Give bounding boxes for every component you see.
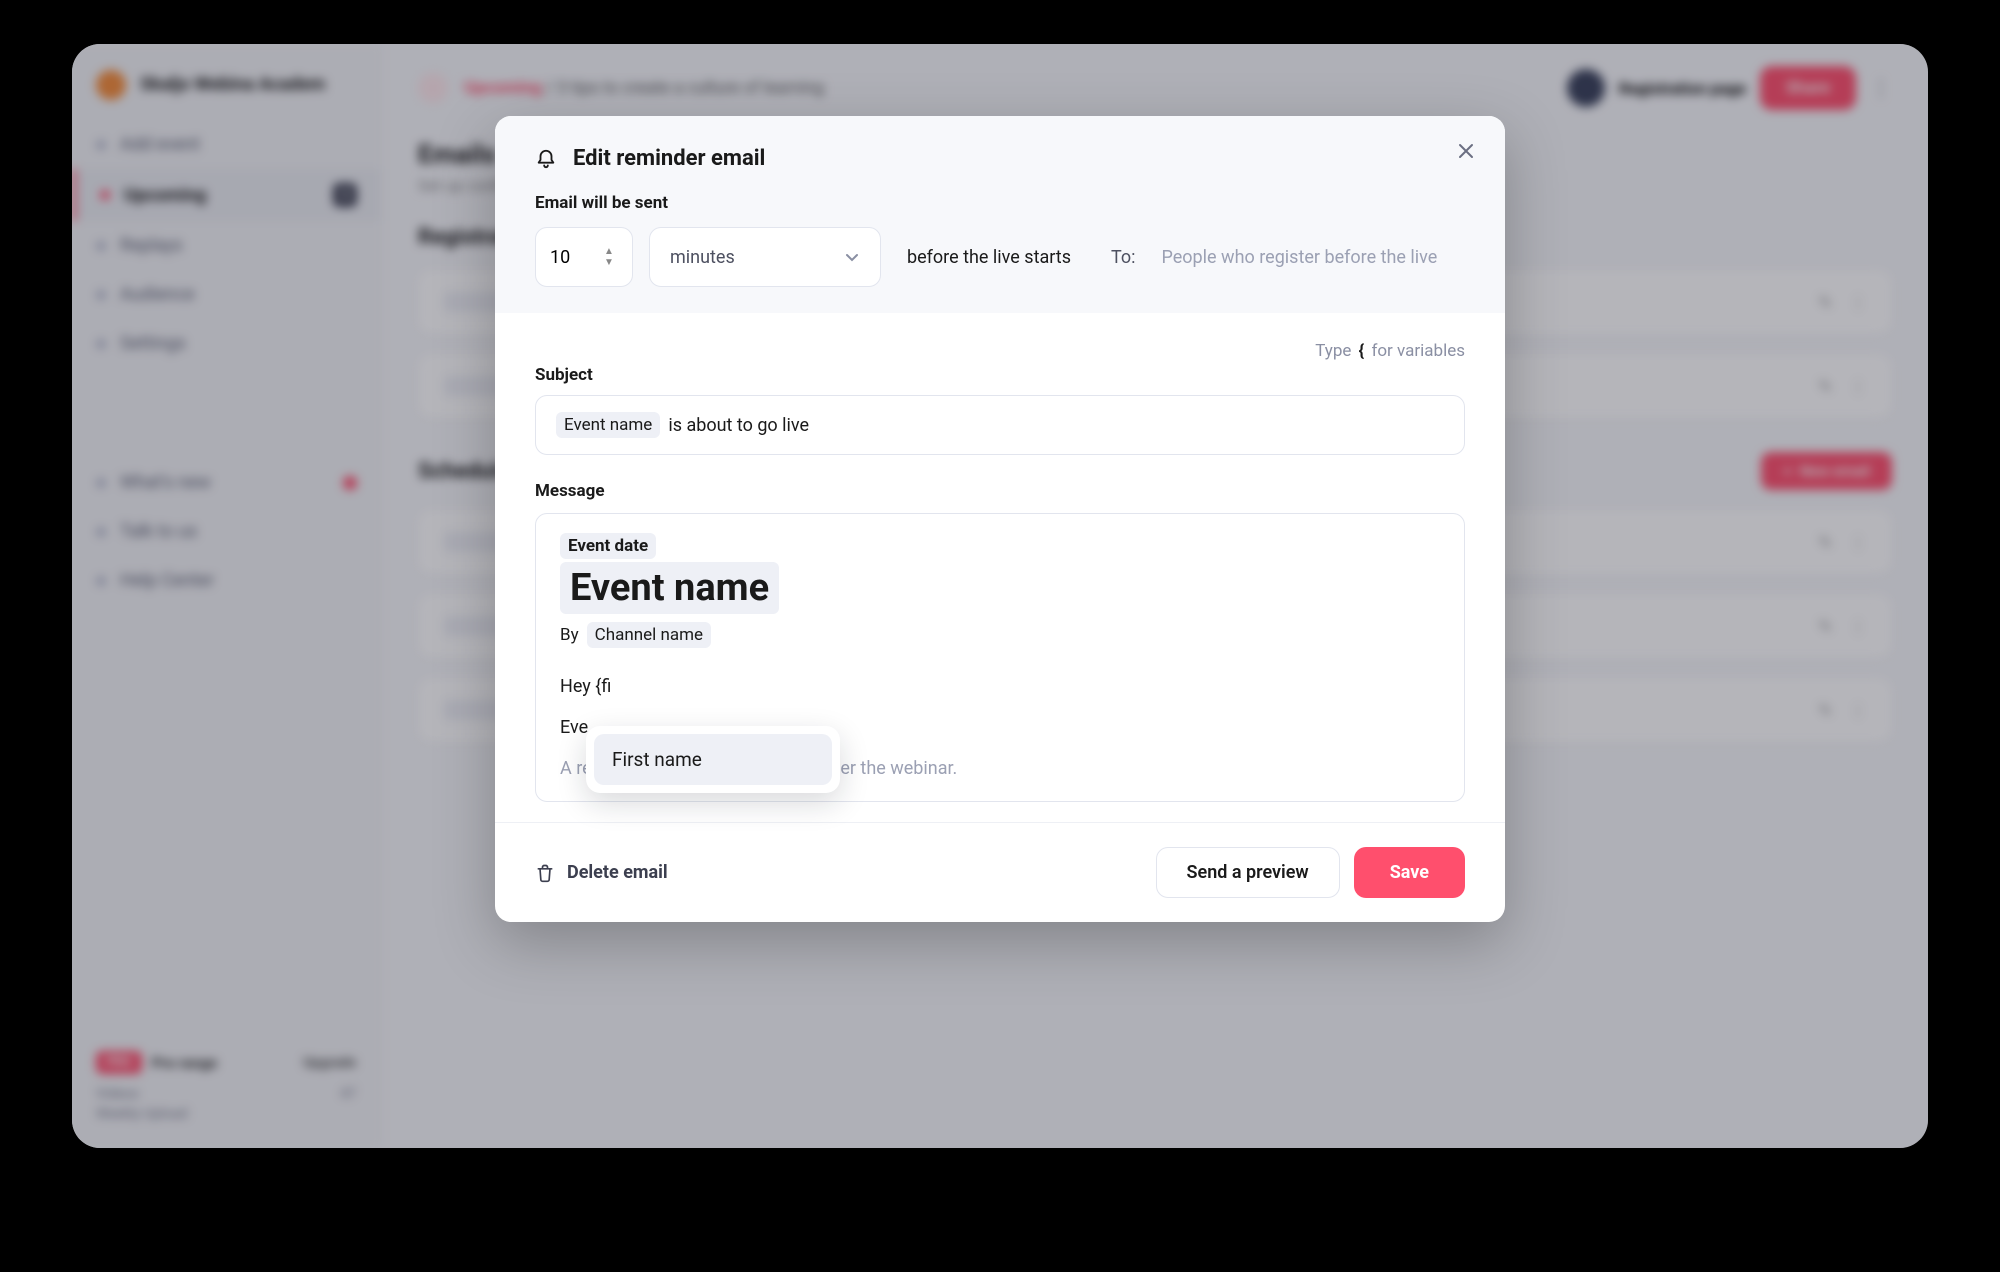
- variable-hint: Type { for variables: [535, 341, 1465, 361]
- variable-token-event-name[interactable]: Event name: [560, 562, 779, 614]
- modal-body: Type { for variables Subject Event name …: [495, 313, 1505, 822]
- send-preview-button[interactable]: Send a preview: [1156, 847, 1340, 898]
- delete-email-button[interactable]: Delete email: [535, 862, 668, 883]
- send-time-label: Email will be sent: [535, 193, 1465, 213]
- modal-header: Edit reminder email Email will be sent ▲…: [495, 116, 1505, 313]
- autocomplete-option-first-name[interactable]: First name: [594, 734, 832, 785]
- message-label: Message: [535, 481, 1465, 501]
- chevron-down-icon[interactable]: ▼: [602, 258, 616, 268]
- chevron-up-icon[interactable]: ▲: [602, 247, 616, 257]
- by-label: By: [560, 625, 579, 645]
- chevron-down-icon: [844, 249, 860, 265]
- modal-title: Edit reminder email: [573, 146, 765, 171]
- time-amount-input[interactable]: ▲ ▼: [535, 227, 633, 287]
- to-value: People who register before the live: [1162, 247, 1438, 268]
- subject-input[interactable]: Event name is about to go live: [535, 395, 1465, 455]
- modal-overlay: Edit reminder email Email will be sent ▲…: [72, 44, 1928, 1148]
- message-editor[interactable]: Event date Event name By Channel name He…: [535, 513, 1465, 802]
- trash-icon: [535, 863, 555, 883]
- subject-label: Subject: [535, 365, 1465, 385]
- variable-autocomplete-popup: First name: [586, 726, 840, 793]
- time-unit-value: minutes: [670, 247, 735, 268]
- modal-footer: Delete email Send a preview Save: [495, 822, 1505, 922]
- message-line-greeting: Hey {fi: [560, 676, 1440, 697]
- to-label: To:: [1111, 247, 1136, 268]
- edit-reminder-modal: Edit reminder email Email will be sent ▲…: [495, 116, 1505, 922]
- before-live-text: before the live starts: [907, 247, 1071, 268]
- variable-token-event-date[interactable]: Event date: [560, 533, 656, 559]
- save-button[interactable]: Save: [1354, 847, 1465, 898]
- close-icon: [1457, 142, 1475, 160]
- close-button[interactable]: [1451, 136, 1481, 166]
- variable-token-event-name[interactable]: Event name: [556, 412, 660, 438]
- variable-token-channel-name[interactable]: Channel name: [587, 622, 711, 648]
- time-unit-select[interactable]: minutes: [649, 227, 881, 287]
- number-stepper[interactable]: ▲ ▼: [602, 247, 618, 268]
- time-amount-field[interactable]: [550, 247, 590, 268]
- subject-text: is about to go live: [668, 415, 809, 436]
- bell-icon: [535, 148, 557, 170]
